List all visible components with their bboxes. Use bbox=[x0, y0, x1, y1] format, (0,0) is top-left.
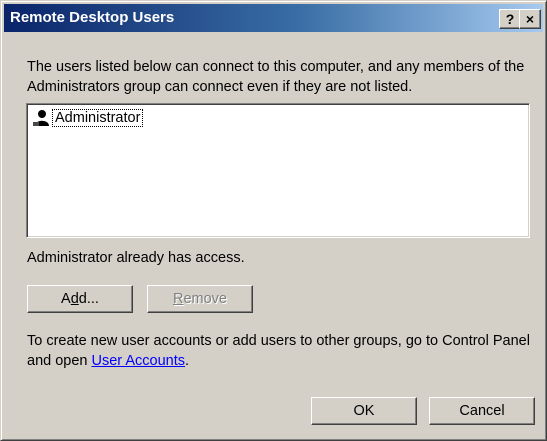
user-name-label: Administrator bbox=[52, 109, 144, 127]
remove-label-mnemonic: R bbox=[172, 291, 184, 307]
help-button[interactable]: ? bbox=[499, 9, 521, 29]
user-icon bbox=[33, 109, 51, 127]
users-listbox[interactable]: Administrator bbox=[26, 103, 530, 238]
remote-desktop-users-dialog: Remote Desktop Users ? × The users liste… bbox=[0, 0, 547, 441]
remove-button[interactable]: Remove bbox=[147, 285, 253, 313]
ok-button[interactable]: OK bbox=[311, 397, 417, 425]
user-accounts-link[interactable]: User Accounts bbox=[92, 353, 186, 369]
list-item[interactable]: Administrator bbox=[33, 108, 144, 128]
add-button[interactable]: Add... bbox=[27, 285, 133, 313]
add-label-suffix: d... bbox=[78, 291, 99, 307]
add-label-prefix: A bbox=[61, 291, 71, 307]
footer-text: To create new user accounts or add users… bbox=[27, 331, 532, 371]
window-title: Remote Desktop Users bbox=[10, 9, 175, 26]
cancel-button[interactable]: Cancel bbox=[429, 397, 535, 425]
intro-text: The users listed below can connect to th… bbox=[27, 59, 525, 95]
add-label-mnemonic: d bbox=[70, 291, 79, 307]
access-status-text: Administrator already has access. bbox=[27, 250, 245, 266]
title-bar[interactable]: Remote Desktop Users ? × bbox=[4, 4, 543, 32]
remove-label-suffix: emove bbox=[183, 291, 227, 307]
footer-text-end: . bbox=[185, 353, 190, 369]
close-button[interactable]: × bbox=[519, 9, 541, 29]
